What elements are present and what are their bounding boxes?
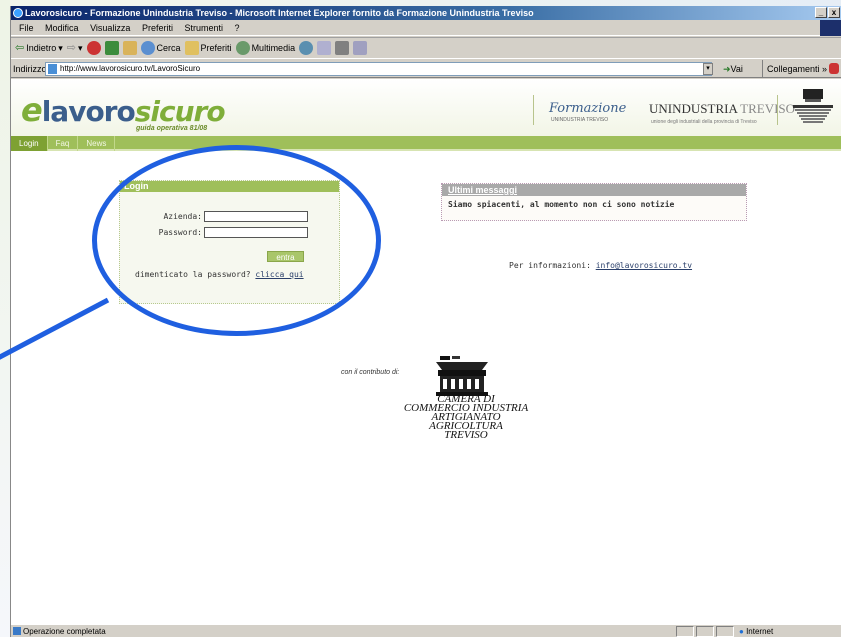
- minimize-button[interactable]: _: [815, 7, 827, 18]
- refresh-icon[interactable]: [104, 41, 119, 55]
- home-icon[interactable]: [122, 41, 137, 55]
- page-icon: [48, 64, 57, 74]
- multimedia-label: Multimedia: [251, 43, 296, 53]
- contribution-label: con il contributo di:: [341, 369, 400, 376]
- zone-label: Internet: [746, 627, 774, 636]
- contact-info: Per informazioni: info@lavorosicuro.tv: [509, 261, 692, 270]
- multimedia-icon: [235, 41, 250, 55]
- unindustria-logo[interactable]: UNINDUSTRIA TREVISO: [649, 101, 795, 117]
- menu-modifica[interactable]: Modifica: [45, 23, 79, 33]
- slide-left-edge: [0, 0, 10, 637]
- logo-lavoro: lavoro: [41, 95, 136, 128]
- search-button[interactable]: Cerca: [140, 37, 181, 59]
- go-arrow-icon: ➜: [723, 64, 731, 74]
- camera-commercio-logo-small: [793, 89, 833, 123]
- extension-icon[interactable]: [829, 63, 839, 74]
- logo-tagline: guida operativa 81/08: [136, 125, 208, 132]
- web-page: elavorosicuro guida operativa 81/08 Form…: [11, 79, 841, 624]
- nav-login[interactable]: Login: [11, 136, 48, 151]
- window-controls: _ x: [815, 7, 840, 18]
- dropdown-icon: ▾: [78, 43, 83, 53]
- formazione-sub: UNINDUSTRIA TREVISO: [551, 117, 609, 123]
- info-text: Per informazioni:: [509, 261, 596, 270]
- title-bar: Lavorosicuro - Formazione Unindustria Tr…: [11, 6, 841, 20]
- logo-sicuro: sicuro: [134, 95, 226, 128]
- ie-icon: [13, 8, 23, 18]
- menu-help[interactable]: ?: [235, 23, 240, 33]
- back-button[interactable]: ⇦ Indietro ▾: [15, 37, 63, 59]
- favorites-icon: [184, 41, 199, 55]
- annotation-ellipse: [92, 145, 381, 336]
- menu-visualizza[interactable]: Visualizza: [90, 23, 130, 33]
- nav-faq[interactable]: Faq: [48, 136, 79, 151]
- menu-preferiti[interactable]: Preferiti: [142, 23, 173, 33]
- toolbar: ⇦ Indietro ▾ ⇨ ▾ Cerca Preferiti Multime…: [11, 37, 841, 59]
- address-label: Indirizzo: [13, 64, 47, 74]
- status-panel: [676, 626, 694, 637]
- unindustria-sub: unione degli industriali della provincia…: [651, 119, 757, 125]
- logo-e: e: [21, 91, 43, 129]
- windows-logo-icon: [820, 20, 841, 36]
- forward-arrow-icon: ⇨: [66, 42, 76, 54]
- messages-body: Siamo spiacenti, al momento non ci sono …: [448, 200, 675, 209]
- formazione-logo[interactable]: Formazione: [549, 101, 626, 116]
- search-icon: [140, 41, 155, 55]
- site-nav: Login Faq News: [11, 136, 841, 151]
- address-url: http://www.lavorosicuro.tv/LavoroSicuro: [60, 64, 201, 73]
- status-panel: [716, 626, 734, 637]
- history-icon[interactable]: [299, 41, 314, 55]
- links-button[interactable]: Collegamenti »: [762, 60, 827, 78]
- camera-commercio-text: CAMERA DI COMMERCIO INDUSTRIA ARTIGIANAT…: [391, 394, 541, 441]
- info-email-link[interactable]: info@lavorosicuro.tv: [596, 261, 692, 270]
- back-arrow-icon: ⇦: [15, 42, 25, 54]
- forward-button[interactable]: ⇨ ▾: [67, 37, 83, 59]
- internet-zone: ● Internet: [739, 625, 773, 637]
- go-button[interactable]: ➜Vai: [723, 60, 743, 78]
- window-title: Lavorosicuro - Formazione Unindustria Tr…: [25, 8, 534, 18]
- print-icon[interactable]: [335, 41, 350, 55]
- nav-news[interactable]: News: [78, 136, 116, 151]
- stop-icon[interactable]: [86, 41, 101, 55]
- status-panel: [696, 626, 714, 637]
- dropdown-icon: ▾: [58, 43, 63, 53]
- browser-window: Lavorosicuro - Formazione Unindustria Tr…: [10, 6, 841, 637]
- address-dropdown-button[interactable]: ▾: [703, 63, 713, 75]
- menu-strumenti[interactable]: Strumenti: [184, 23, 223, 33]
- site-header: elavorosicuro guida operativa 81/08 Form…: [11, 79, 841, 136]
- favorites-button[interactable]: Preferiti: [184, 37, 232, 59]
- close-button[interactable]: x: [828, 7, 840, 18]
- search-label: Cerca: [156, 43, 181, 53]
- favorites-label: Preferiti: [200, 43, 232, 53]
- messages-panel: Ultimi messaggi Siamo spiacenti, al mome…: [441, 183, 747, 221]
- status-text: Operazione completata: [23, 627, 106, 636]
- menu-file[interactable]: File: [19, 23, 34, 33]
- camera-line: TREVISO: [444, 429, 488, 441]
- mail-icon[interactable]: [317, 41, 332, 55]
- menu-bar: File Modifica Visualizza Preferiti Strum…: [11, 20, 841, 36]
- messages-header[interactable]: Ultimi messaggi: [442, 184, 746, 196]
- header-divider: [533, 95, 534, 125]
- site-logo[interactable]: elavorosicuro: [21, 91, 226, 129]
- go-label: Vai: [730, 64, 743, 74]
- page-done-icon: [13, 627, 21, 635]
- multimedia-button[interactable]: Multimedia: [235, 37, 296, 59]
- address-bar: Indirizzo http://www.lavorosicuro.tv/Lav…: [11, 60, 841, 78]
- edit-icon[interactable]: [353, 41, 368, 55]
- links-label: Collegamenti: [767, 64, 820, 74]
- address-input[interactable]: http://www.lavorosicuro.tv/LavoroSicuro: [45, 62, 712, 76]
- header-divider: [777, 95, 778, 125]
- back-label: Indietro: [26, 43, 57, 53]
- unindustria-name: UNINDUSTRIA: [649, 101, 738, 116]
- globe-icon: ●: [739, 627, 744, 636]
- status-bar: Operazione completata ● Internet: [11, 624, 841, 637]
